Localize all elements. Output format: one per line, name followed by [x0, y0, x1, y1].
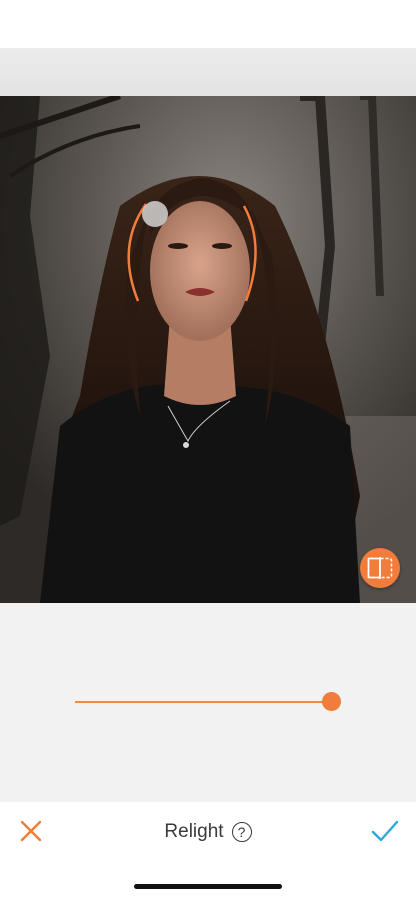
- intensity-slider[interactable]: [75, 690, 341, 714]
- help-icon[interactable]: ?: [231, 822, 252, 842]
- photo-canvas[interactable]: [0, 96, 416, 603]
- split-compare-icon: [367, 557, 393, 579]
- compare-button[interactable]: [360, 548, 400, 588]
- home-area: [0, 862, 416, 900]
- tool-title-group: Relight ?: [0, 818, 416, 846]
- slider-thumb[interactable]: [321, 692, 341, 711]
- tool-title: Relight: [164, 821, 224, 842]
- confirm-button[interactable]: [370, 818, 400, 844]
- canvas-top-padding: [0, 48, 416, 96]
- slider-fill: [75, 701, 331, 703]
- light-source-handle: [142, 201, 168, 227]
- home-indicator[interactable]: [134, 884, 282, 889]
- portrait-photo: [0, 96, 416, 603]
- checkmark-icon: [371, 820, 399, 842]
- status-bar-area: [0, 0, 416, 48]
